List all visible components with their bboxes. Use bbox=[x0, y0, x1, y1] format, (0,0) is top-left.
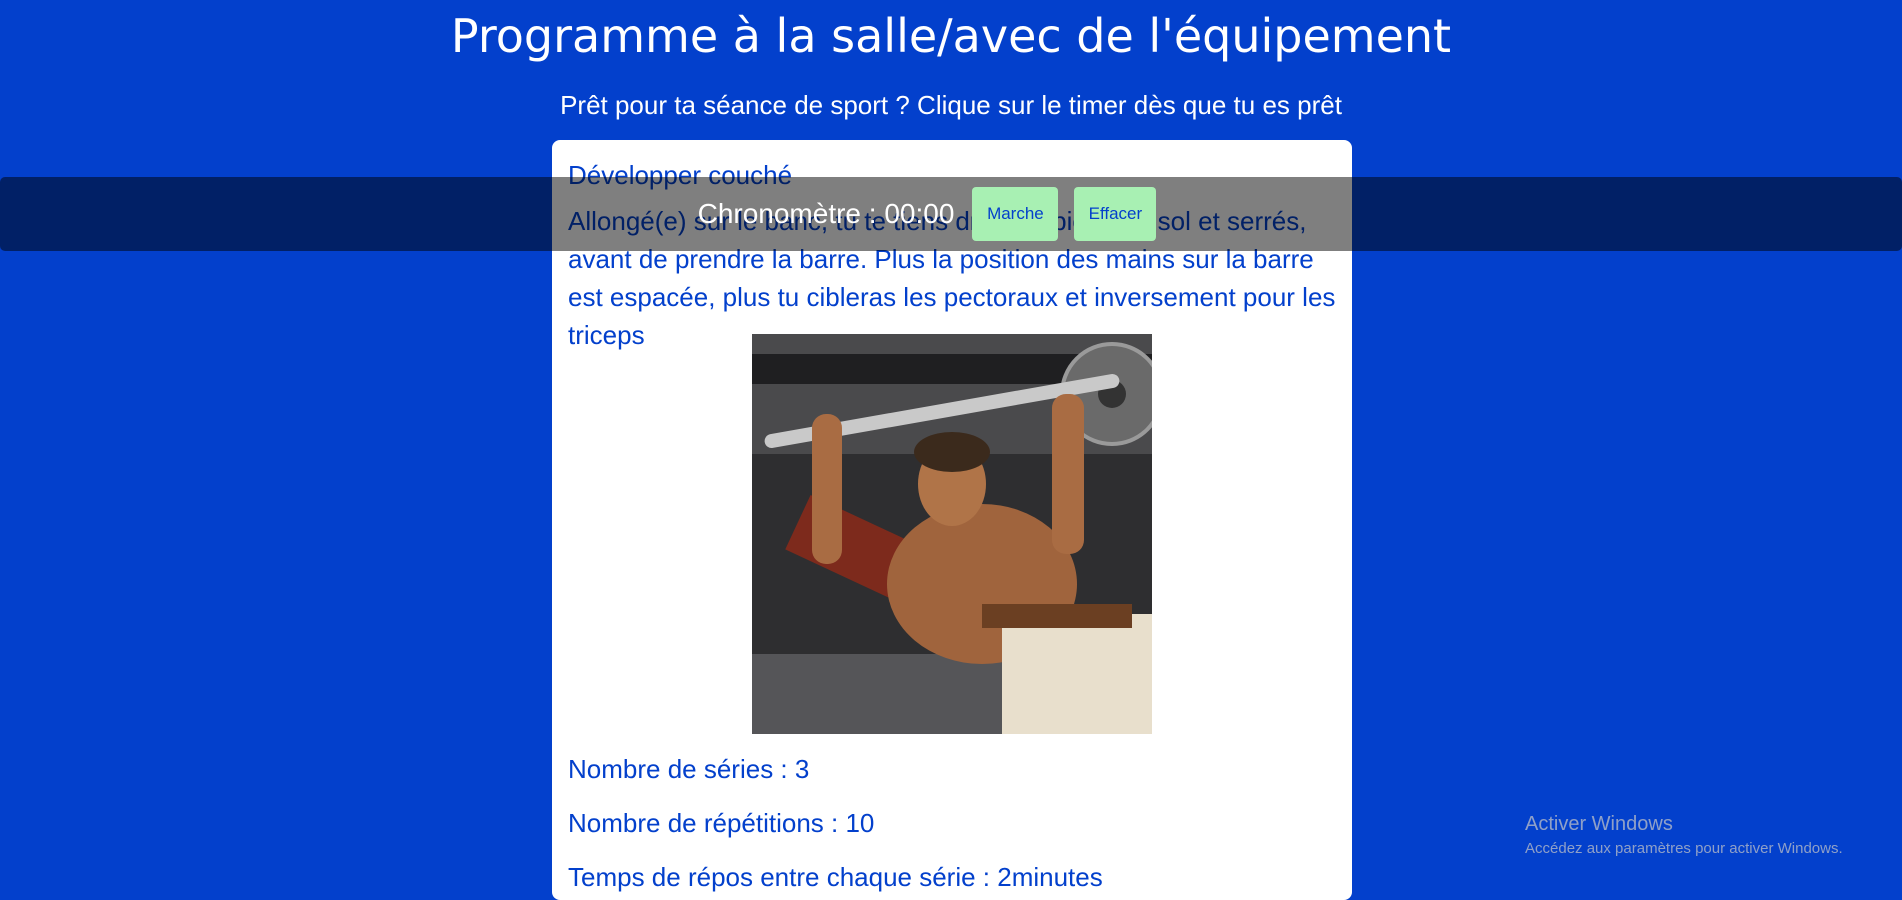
timer-bar: Chronomètre : 00:00 Marche Effacer bbox=[0, 177, 1902, 251]
clear-timer-button[interactable]: Effacer bbox=[1074, 187, 1157, 241]
reps-count: Nombre de répétitions : 10 bbox=[568, 808, 875, 838]
rest-time: Temps de répos entre chaque série : 2min… bbox=[568, 862, 1103, 892]
windows-activation-subtitle: Accédez aux paramètres pour activer Wind… bbox=[1525, 840, 1843, 857]
timer-display: Chronomètre : 00:00 bbox=[697, 198, 955, 229]
page-title: Programme à la salle/avec de l'équipemen… bbox=[450, 9, 1452, 63]
sets-count: Nombre de séries : 3 bbox=[568, 754, 810, 784]
page-subtitle: Prêt pour ta séance de sport ? Clique su… bbox=[560, 90, 1342, 120]
start-timer-button[interactable]: Marche bbox=[972, 187, 1059, 241]
windows-activation-title: Activer Windows bbox=[1525, 813, 1673, 835]
bench-press-image bbox=[752, 334, 1152, 734]
